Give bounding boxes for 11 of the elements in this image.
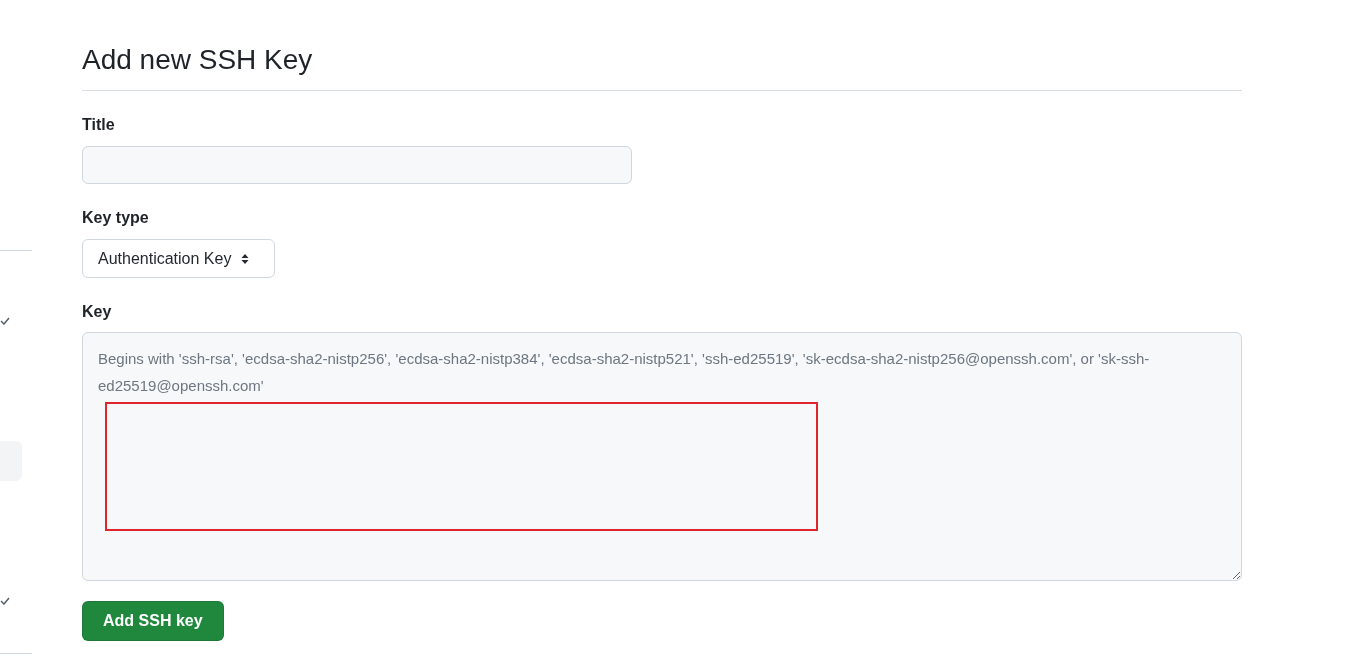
check-icon [0, 317, 10, 325]
field-label: Key [82, 303, 112, 321]
title-input-field[interactable] [82, 146, 632, 184]
page-heading: Add new SSH Key [82, 44, 1242, 91]
key-type-select[interactable]: Authentication Key [82, 239, 275, 278]
field-label: Key type [82, 209, 149, 227]
check-icon [0, 597, 10, 605]
field-label: Title [82, 116, 115, 134]
add-ssh-key-button[interactable]: Add SSH key [82, 601, 224, 641]
sort-caret-icon [241, 252, 250, 265]
key-text-area[interactable]: Begins with 'ssh-rsa', 'ecdsa-sha2-nistp256', 'ecdsa-sha2-nistp384', 'ecdsa-sha2-nistp521', 'ssh-ed25519', 'sk-ecdsa-sha2-nistp256@openssh.com', or 'sk-ssh-ed25519@openssh.com' [82, 332, 1242, 581]
